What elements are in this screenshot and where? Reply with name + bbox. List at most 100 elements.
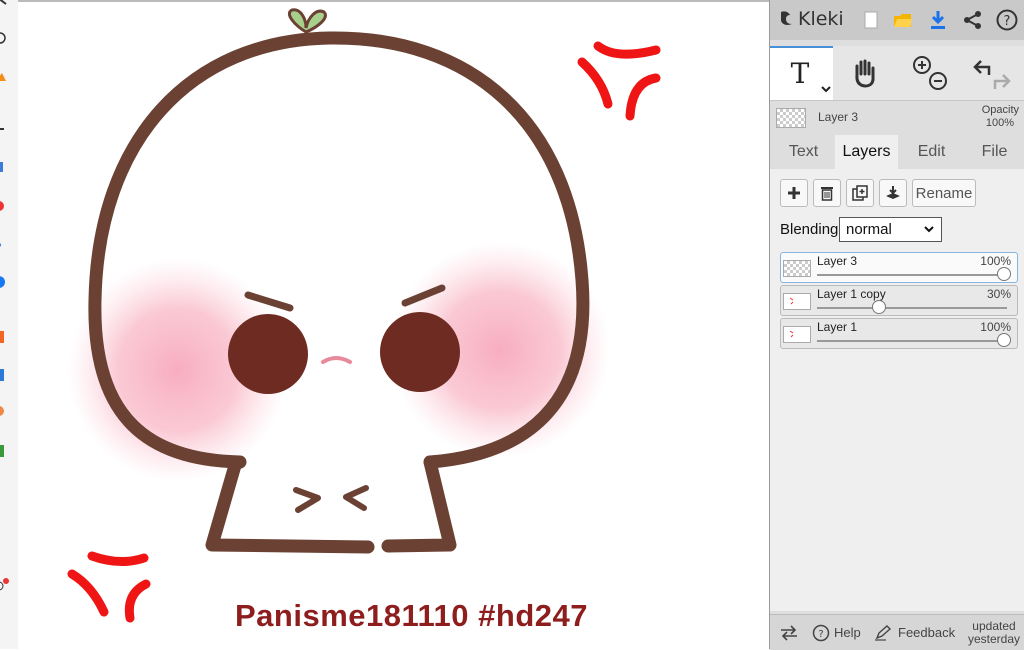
partial-red-icon[interactable] xyxy=(0,199,10,213)
help-label: Help xyxy=(834,625,861,640)
undo-redo-buttons[interactable] xyxy=(960,46,1023,100)
zoom-in-out-icon xyxy=(912,56,947,90)
rename-layer-button[interactable]: Rename xyxy=(912,179,976,207)
mouth-right xyxy=(343,485,369,511)
layer-thumbnail xyxy=(783,260,811,277)
updated-link[interactable]: updated yesterday xyxy=(965,615,1023,650)
tab-file[interactable]: File xyxy=(963,135,1024,169)
share-button[interactable] xyxy=(958,5,988,35)
partial-app-icon-4[interactable] xyxy=(0,444,10,458)
tool-panel: Kleki ? T Layer 3 Opacity 100% Text Laye… xyxy=(769,0,1024,650)
blending-select[interactable]: normal xyxy=(839,217,942,242)
layer-item-layer-1[interactable]: Layer 1 100% xyxy=(780,318,1018,349)
layer-opacity-slider-knob[interactable] xyxy=(997,267,1011,281)
body-outline xyxy=(205,455,375,554)
layer-opacity-slider-knob[interactable] xyxy=(997,333,1011,347)
partial-orange-icon[interactable] xyxy=(0,71,10,85)
anger-mark-bottom xyxy=(67,551,151,623)
layer-opacity: 100% xyxy=(980,254,1011,268)
layer-thumbnail-art xyxy=(789,330,794,338)
layer-opacity-slider-track[interactable] xyxy=(817,307,1007,309)
zoom-tool-button[interactable] xyxy=(897,46,960,100)
partial-app-icon-3[interactable] xyxy=(0,404,10,418)
new-file-icon xyxy=(864,11,878,29)
svg-text:?: ? xyxy=(818,629,823,640)
duplicate-icon xyxy=(852,185,868,201)
feedback-pencil-icon xyxy=(875,624,892,641)
blending-value: normal xyxy=(846,221,892,238)
help-button[interactable]: ? xyxy=(992,5,1022,35)
new-file-button[interactable] xyxy=(856,5,886,35)
partial-app-icon-2[interactable] xyxy=(0,368,10,382)
tab-edit[interactable]: Edit xyxy=(900,135,963,169)
partial-blue-icon[interactable] xyxy=(0,160,10,174)
brand-name: Kleki xyxy=(798,8,844,30)
browser-sidebar-strip xyxy=(0,0,19,649)
tab-text[interactable]: Text xyxy=(772,135,835,169)
partial-messenger-icon[interactable] xyxy=(0,275,10,289)
layer-opacity-slider-knob[interactable] xyxy=(872,300,886,314)
swap-arrows-icon xyxy=(781,624,797,641)
trash-icon xyxy=(821,187,833,201)
undo-redo-icon xyxy=(972,60,1011,89)
delete-layer-button[interactable] xyxy=(813,179,841,207)
nose xyxy=(321,356,352,364)
sprout xyxy=(287,8,327,34)
open-file-button[interactable] xyxy=(888,5,918,35)
svg-text:?: ? xyxy=(1004,14,1011,29)
layer-name: Layer 1 copy xyxy=(817,287,886,301)
partial-icon[interactable] xyxy=(0,0,10,10)
blending-label: Blending xyxy=(780,221,839,238)
download-icon xyxy=(931,11,945,29)
chevron-down-icon xyxy=(924,226,934,233)
current-layer-name: Layer 3 xyxy=(818,110,859,124)
plus-icon xyxy=(788,187,800,199)
current-layer-info: Layer 3 Opacity 100% xyxy=(770,104,1024,132)
hand-tool-button[interactable] xyxy=(833,46,896,100)
layer-opacity-slider-track[interactable] xyxy=(817,274,1007,276)
layer-thumbnail xyxy=(783,293,811,310)
duplicate-layer-button[interactable] xyxy=(846,179,874,207)
drawing-canvas[interactable]: Panisme181110 #hd247 xyxy=(18,0,769,649)
partial-app-icon[interactable] xyxy=(0,330,10,344)
canvas-artwork xyxy=(67,8,661,623)
layer-item-layer-3[interactable]: Layer 3 100% xyxy=(780,252,1018,283)
panel-tabs: Text Layers Edit File xyxy=(770,135,1024,169)
share-icon xyxy=(964,11,981,29)
partial-dot-icon[interactable] xyxy=(0,238,10,252)
help-icon: ? xyxy=(996,9,1018,31)
brand-logo[interactable]: Kleki xyxy=(778,8,844,30)
partial-circle-icon[interactable] xyxy=(0,31,10,45)
feedback-link[interactable]: Feedback xyxy=(874,615,955,650)
opacity-label: Opacity xyxy=(981,104,1019,116)
mouth-left xyxy=(293,487,321,513)
merge-down-button[interactable] xyxy=(879,179,907,207)
layers-tab-content: Rename Blending normal Layer 3 100% Laye… xyxy=(770,169,1024,611)
tab-layers[interactable]: Layers xyxy=(835,135,898,169)
body-outline-right xyxy=(381,455,457,553)
partial-minus-icon[interactable] xyxy=(0,122,10,136)
left-eye xyxy=(228,314,308,394)
bottom-bar: ? Help Feedback updated yesterday xyxy=(770,614,1024,650)
watermark-text: Panisme181110 #hd247 xyxy=(235,598,588,633)
feedback-label: Feedback xyxy=(898,625,956,640)
current-layer-thumbnail xyxy=(776,108,806,128)
layer-opacity: 100% xyxy=(980,320,1011,334)
download-button[interactable] xyxy=(923,5,953,35)
layer-opacity-slider-track[interactable] xyxy=(817,340,1007,342)
layer-name: Layer 3 xyxy=(817,254,858,268)
swap-panel-button[interactable] xyxy=(780,615,798,650)
layer-item-layer-1-copy[interactable]: Layer 1 copy 30% xyxy=(780,285,1018,316)
kleki-logo-icon xyxy=(781,11,792,25)
partial-notify-icon[interactable] xyxy=(0,578,10,592)
add-layer-button[interactable] xyxy=(780,179,808,207)
updated-line-1: updated xyxy=(972,618,1016,633)
open-folder-icon xyxy=(894,14,912,27)
right-eye xyxy=(380,312,460,392)
layer-thumbnail-art xyxy=(789,297,794,305)
text-tool-button[interactable]: T xyxy=(770,46,833,100)
layer-opacity: 30% xyxy=(986,287,1011,301)
top-toolbar: Kleki ? xyxy=(770,0,1024,40)
help-link[interactable]: ? Help xyxy=(810,615,861,650)
tool-row: T xyxy=(770,46,1024,101)
